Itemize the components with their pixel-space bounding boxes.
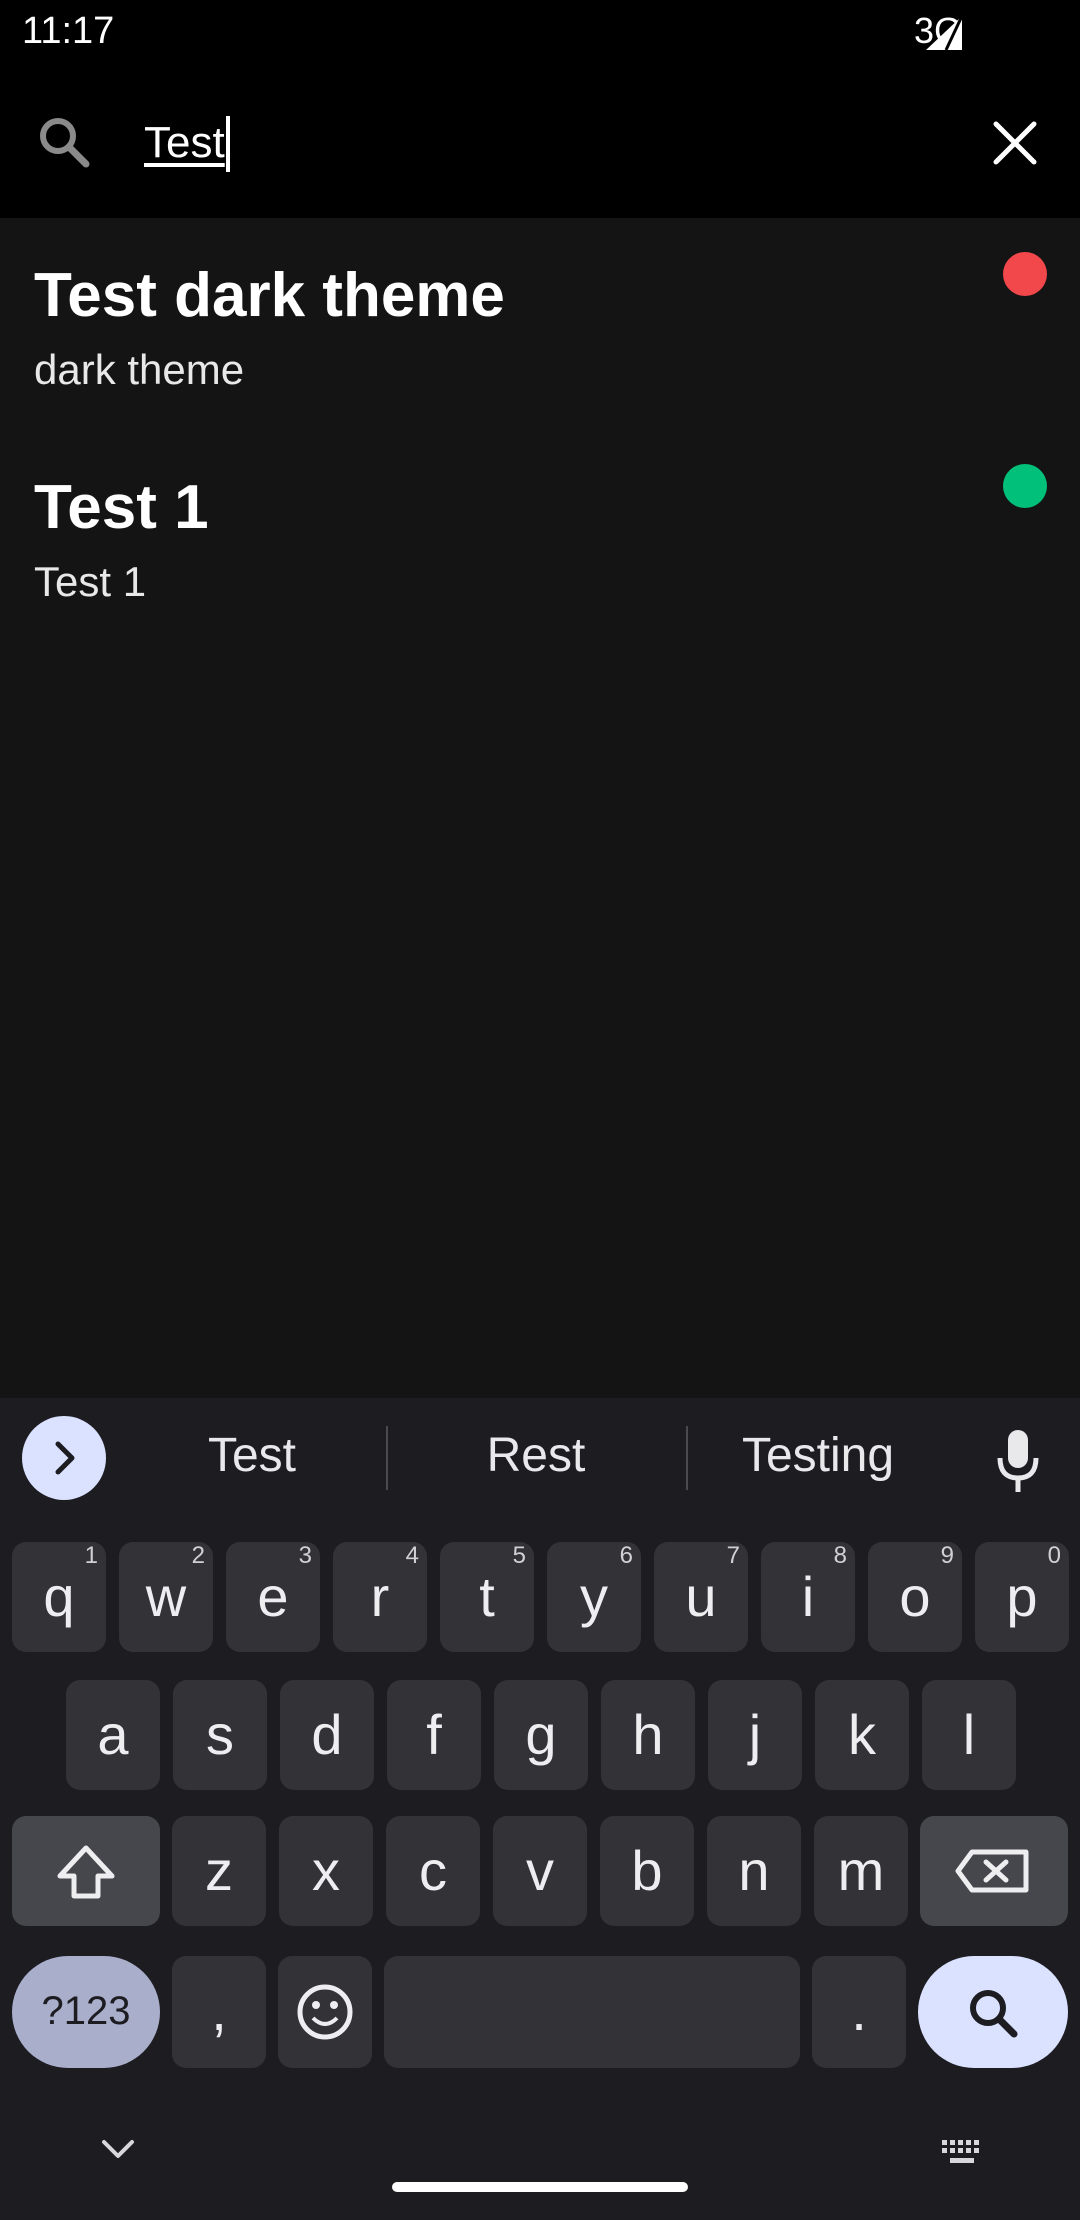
key-hint: 1: [84, 1542, 98, 1569]
key-hint: 3: [298, 1542, 312, 1569]
key-i[interactable]: i8: [761, 1542, 855, 1652]
results-list: Test dark theme dark theme Test 1 Test 1: [0, 218, 1080, 1398]
chevron-right-icon: [55, 1441, 75, 1475]
key-e[interactable]: e3: [226, 1542, 320, 1652]
key-hint: 8: [833, 1542, 847, 1569]
shift-icon: [57, 1845, 115, 1899]
list-item[interactable]: Test 1 Test 1: [0, 430, 1080, 642]
suggestion-1[interactable]: Test: [182, 1428, 322, 1483]
result-title: Test 1: [34, 473, 209, 542]
result-title: Test dark theme: [34, 261, 505, 330]
search-bar: [0, 66, 1080, 218]
key-v[interactable]: v: [493, 1816, 587, 1926]
key-m[interactable]: m: [814, 1816, 908, 1926]
key-a[interactable]: a: [66, 1680, 160, 1790]
key-c[interactable]: c: [386, 1816, 480, 1926]
emoji-key[interactable]: [278, 1956, 372, 2068]
emoji-icon: [297, 1984, 353, 2040]
key-g[interactable]: g: [494, 1680, 588, 1790]
key-b[interactable]: b: [600, 1816, 694, 1926]
suggestion-strip: Test Rest Testing: [0, 1398, 1080, 1520]
key-y[interactable]: y6: [547, 1542, 641, 1652]
search-icon: [40, 118, 90, 168]
key-l[interactable]: l: [922, 1680, 1016, 1790]
key-hint: 2: [191, 1542, 205, 1569]
key-s[interactable]: s: [173, 1680, 267, 1790]
space-key[interactable]: [384, 1956, 800, 2068]
chevron-down-icon[interactable]: [98, 2134, 138, 2164]
result-subtitle: dark theme: [34, 346, 245, 393]
list-item[interactable]: Test dark theme dark theme: [0, 218, 1080, 430]
keyboard-icon[interactable]: [940, 2138, 984, 2170]
search-input[interactable]: [144, 110, 904, 176]
key-j[interactable]: j: [708, 1680, 802, 1790]
status-dot: [1003, 464, 1047, 508]
key-q[interactable]: q1: [12, 1542, 106, 1652]
status-time: 11:17: [22, 10, 115, 52]
suggestion-divider: [386, 1426, 388, 1490]
key-hint: 6: [619, 1542, 633, 1569]
key-n[interactable]: n: [707, 1816, 801, 1926]
key-x[interactable]: x: [279, 1816, 373, 1926]
comma-key[interactable]: ,: [172, 1956, 266, 2068]
key-r[interactable]: r4: [333, 1542, 427, 1652]
key-p[interactable]: p0: [975, 1542, 1069, 1652]
key-h[interactable]: h: [601, 1680, 695, 1790]
suggestion-2[interactable]: Rest: [466, 1428, 606, 1483]
key-d[interactable]: d: [280, 1680, 374, 1790]
suggestion-3[interactable]: Testing: [728, 1428, 908, 1483]
key-hint: 0: [1047, 1542, 1061, 1569]
text-caret: [226, 116, 230, 172]
key-o[interactable]: o9: [868, 1542, 962, 1652]
backspace-key[interactable]: [920, 1816, 1068, 1926]
period-key[interactable]: .: [812, 1956, 906, 2068]
key-z[interactable]: z: [172, 1816, 266, 1926]
symbols-key[interactable]: ?123: [12, 1956, 160, 2068]
key-hint: 7: [726, 1542, 740, 1569]
search-icon: [970, 1990, 1018, 2038]
shift-key[interactable]: [12, 1816, 160, 1926]
key-f[interactable]: f: [387, 1680, 481, 1790]
status-bar: 11:17 3G: [0, 0, 1080, 66]
backspace-icon: [955, 1849, 1029, 1893]
close-icon[interactable]: [990, 118, 1040, 168]
suggestion-divider: [686, 1426, 688, 1490]
key-hint: 9: [940, 1542, 954, 1569]
keyboard: Test Rest Testing q1w2e3r4t5y6u7i8o9p0 a…: [0, 1398, 1080, 2220]
key-hint: 4: [405, 1542, 419, 1569]
home-indicator[interactable]: [392, 2182, 688, 2192]
expand-toolbar-button[interactable]: [22, 1416, 106, 1500]
microphone-icon[interactable]: [996, 1428, 1040, 1494]
key-hint: 5: [512, 1542, 526, 1569]
key-k[interactable]: k: [815, 1680, 909, 1790]
key-u[interactable]: u7: [654, 1542, 748, 1652]
key-t[interactable]: t5: [440, 1542, 534, 1652]
result-subtitle: Test 1: [34, 558, 147, 605]
status-dot: [1003, 252, 1047, 296]
signal-icon: [926, 16, 962, 50]
search-key[interactable]: [918, 1956, 1068, 2068]
key-w[interactable]: w2: [119, 1542, 213, 1652]
